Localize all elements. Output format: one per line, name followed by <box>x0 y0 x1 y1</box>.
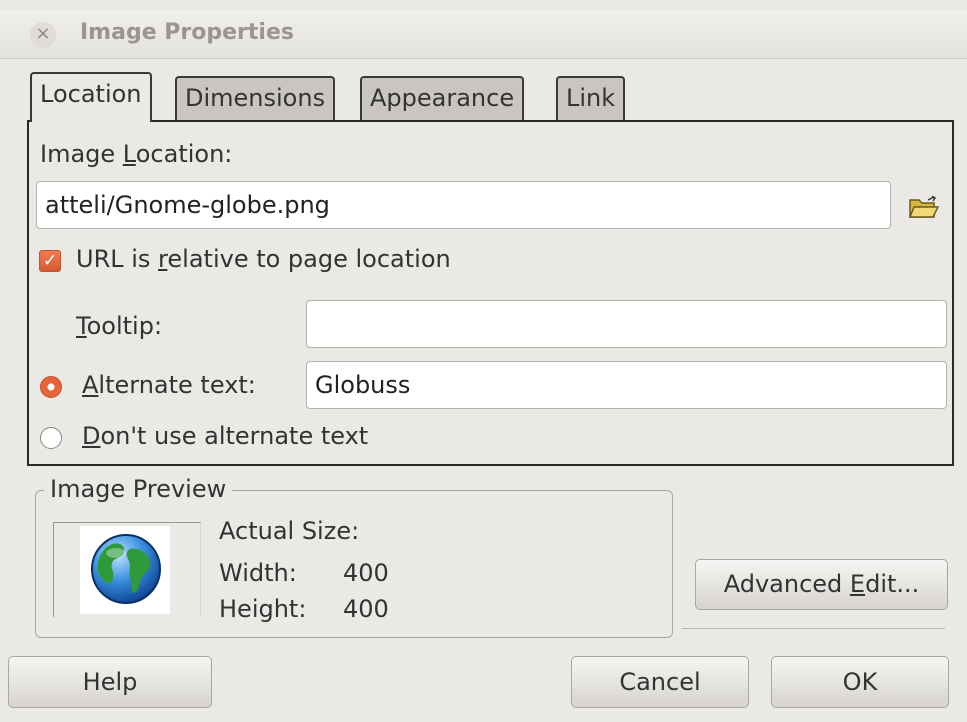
tab-appearance[interactable]: Appearance <box>360 76 525 120</box>
no-alternate-text-label: Don't use alternate text <box>82 422 369 450</box>
tab-label: Link <box>566 84 616 112</box>
help-button[interactable]: Help <box>8 656 212 708</box>
relative-url-label: URL is relative to page location <box>76 245 451 273</box>
tooltip-label: Tooltip: <box>76 312 163 340</box>
ok-button[interactable]: OK <box>771 656 949 708</box>
actual-size-label: Actual Size: <box>219 517 360 545</box>
location-panel <box>27 120 954 466</box>
tab-label: Dimensions <box>185 84 326 112</box>
advanced-edit-button[interactable]: Advanced Edit... <box>695 559 948 610</box>
height-label: Height: <box>219 595 307 623</box>
tooltip-input[interactable] <box>306 300 947 348</box>
tab-label: Location <box>40 80 142 108</box>
image-properties-dialog: × Image Properties Location Dimensions A… <box>0 0 967 722</box>
tab-label: Appearance <box>370 84 515 112</box>
folder-open-icon[interactable] <box>908 196 940 220</box>
tab-link[interactable]: Link <box>556 76 626 120</box>
height-value: 400 <box>343 595 389 623</box>
radio-button[interactable] <box>40 427 62 449</box>
tab-dimensions[interactable]: Dimensions <box>175 76 336 120</box>
width-value: 400 <box>343 559 389 587</box>
cancel-button[interactable]: Cancel <box>571 656 749 708</box>
title-bar: × Image Properties <box>0 10 967 59</box>
tab-location[interactable]: Location <box>30 72 152 122</box>
close-icon: × <box>35 23 51 44</box>
globe-icon <box>91 534 161 604</box>
alternate-text-input[interactable] <box>306 361 947 409</box>
image-location-input[interactable] <box>36 181 891 229</box>
image-preview-title: Image Preview <box>44 475 233 503</box>
radio-button[interactable] <box>40 376 62 398</box>
image-location-label: Image Location: <box>40 140 233 168</box>
width-label: Width: <box>219 559 297 587</box>
divider <box>682 628 945 629</box>
dialog-title: Image Properties <box>80 20 294 45</box>
close-button[interactable]: × <box>30 22 56 48</box>
alternate-text-label: Alternate text: <box>82 371 256 399</box>
checkbox-box[interactable]: ✓ <box>39 250 61 272</box>
